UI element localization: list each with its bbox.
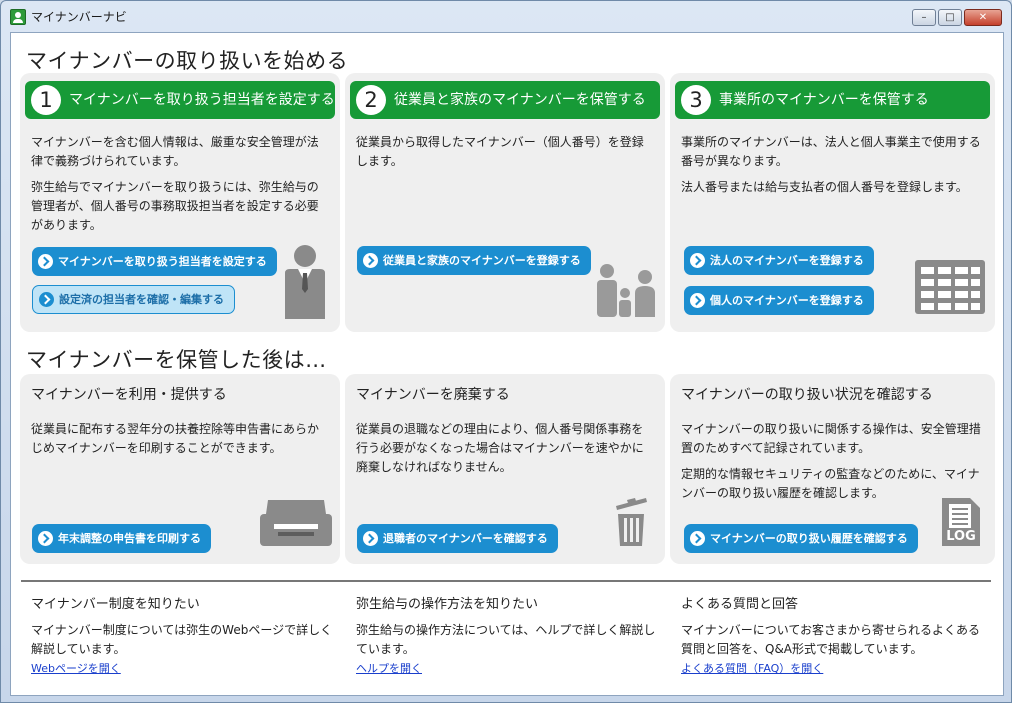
button-label: マイナンバーを取り扱う担当者を設定する: [58, 255, 267, 268]
edit-staff-button[interactable]: 設定済の担当者を確認・編集する: [32, 285, 235, 314]
step-heading-2: 2 従業員と家族のマイナンバーを保管する: [350, 81, 660, 119]
panel-heading: マイナンバーを利用・提供する: [31, 387, 227, 403]
printer-icon: [260, 500, 332, 546]
step-number: 1: [31, 85, 61, 115]
web-page-link[interactable]: Webページを開く: [31, 660, 341, 676]
button-label: 退職者のマイナンバーを確認する: [383, 532, 548, 545]
footer-description: 弥生給与の操作方法については、ヘルプで詳しく解説しています。: [356, 623, 656, 656]
button-label: 法人のマイナンバーを登録する: [710, 254, 864, 267]
arrow-right-icon: [690, 531, 705, 546]
dispose-panel: マイナンバーを廃棄する 従業員の退職などの理由により、個人番号関係事務を行う必要…: [345, 374, 665, 564]
step-description: マイナンバーを含む個人情報は、厳重な安全管理が法律で義務づけられています。: [31, 135, 319, 168]
set-staff-button[interactable]: マイナンバーを取り扱う担当者を設定する: [32, 247, 277, 276]
person-icon: [285, 245, 325, 319]
history-panel: マイナンバーの取り扱い状況を確認する マイナンバーの取り扱いに関係する操作は、安…: [670, 374, 995, 564]
panel-description: 従業員に配布する翌年分の扶養控除等申告書にあらかじめマイナンバーを印刷することが…: [31, 422, 320, 455]
arrow-right-icon: [363, 253, 378, 268]
step-panel-2: 2 従業員と家族のマイナンバーを保管する 従業員から取得したマイナンバー（個人番…: [345, 73, 665, 332]
step-description: 弥生給与でマイナンバーを取り扱うには、弥生給与の管理者が、個人番号の事務取扱担当…: [31, 180, 319, 232]
footer-help: 弥生給与の操作方法を知りたい 弥生給与の操作方法については、ヘルプで詳しく解説し…: [356, 593, 666, 676]
step-description: 事業所のマイナンバーは、法人と個人事業主で使用する番号が異なります。: [681, 135, 981, 168]
close-button[interactable]: ✕: [964, 9, 1002, 26]
step-panel-3: 3 事業所のマイナンバーを保管する 事業所のマイナンバーは、法人と個人事業主で使…: [670, 73, 995, 332]
arrow-right-icon: [38, 531, 53, 546]
register-corporate-button[interactable]: 法人のマイナンバーを登録する: [684, 246, 874, 275]
footer-faq: よくある質問と回答 マイナンバーについてお客さまから寄せられるよくある質問と回答…: [681, 593, 991, 676]
step-heading-text: 従業員と家族のマイナンバーを保管する: [394, 92, 646, 108]
button-label: 年末調整の申告書を印刷する: [58, 532, 201, 545]
step-heading-text: マイナンバーを取り扱う担当者を設定する: [69, 92, 335, 108]
section-title-after: マイナンバーを保管した後は…: [26, 348, 327, 372]
footer-title: マイナンバー制度を知りたい: [31, 597, 200, 612]
main-content: マイナンバーの取り扱いを始める 1 マイナンバーを取り扱う担当者を設定する マイ…: [10, 32, 1004, 696]
step-number: 2: [356, 85, 386, 115]
section-title-start: マイナンバーの取り扱いを始める: [26, 49, 349, 73]
step-heading-text: 事業所のマイナンバーを保管する: [719, 92, 929, 108]
arrow-right-icon: [38, 254, 53, 269]
step-description: 従業員から取得したマイナンバー（個人番号）を登録します。: [356, 135, 644, 168]
button-label: 従業員と家族のマイナンバーを登録する: [383, 254, 581, 267]
panel-heading: マイナンバーを廃棄する: [356, 387, 510, 403]
title-bar[interactable]: マイナンバーナビ – □ ✕: [1, 1, 1011, 31]
maximize-button[interactable]: □: [938, 9, 962, 26]
panel-description: 従業員の退職などの理由により、個人番号関係事務を行う必要がなくなった場合はマイナ…: [356, 422, 644, 474]
arrow-right-icon: [363, 531, 378, 546]
step-description: 法人番号または給与支払者の個人番号を登録します。: [681, 180, 968, 194]
panel-description: 定期的な情報セキュリティの監査などのために、マイナンバーの取り扱い履歴を確認しま…: [681, 467, 980, 500]
arrow-right-icon: [690, 293, 705, 308]
footer-description: マイナンバーについてお客さまから寄せられるよくある質問と回答を、Q&A形式で掲載…: [681, 623, 981, 656]
check-history-button[interactable]: マイナンバーの取り扱い履歴を確認する: [684, 524, 918, 553]
family-icon: [597, 264, 655, 317]
register-employee-button[interactable]: 従業員と家族のマイナンバーを登録する: [357, 246, 591, 275]
print-declaration-button[interactable]: 年末調整の申告書を印刷する: [32, 524, 211, 553]
log-icon-label: LOG: [946, 529, 976, 544]
minimize-button[interactable]: –: [912, 9, 936, 26]
panel-description: マイナンバーの取り扱いに関係する操作は、安全管理措置のためすべて記録されています…: [681, 422, 981, 455]
button-label: 個人のマイナンバーを登録する: [710, 294, 864, 307]
step-heading-3: 3 事業所のマイナンバーを保管する: [675, 81, 990, 119]
step-heading-1: 1 マイナンバーを取り扱う担当者を設定する: [25, 81, 335, 119]
arrow-right-icon: [690, 253, 705, 268]
use-panel: マイナンバーを利用・提供する 従業員に配布する翌年分の扶養控除等申告書にあらかじ…: [20, 374, 340, 564]
log-icon: LOG: [940, 498, 982, 548]
footer-title: よくある質問と回答: [681, 597, 799, 612]
button-label: マイナンバーの取り扱い履歴を確認する: [710, 532, 908, 545]
button-label: 設定済の担当者を確認・編集する: [59, 293, 224, 306]
register-individual-button[interactable]: 個人のマイナンバーを登録する: [684, 286, 874, 315]
panel-heading: マイナンバーの取り扱い状況を確認する: [681, 387, 933, 403]
app-window: マイナンバーナビ – □ ✕ マイナンバーの取り扱いを始める 1 マイナンバーを…: [0, 0, 1012, 703]
footer-system: マイナンバー制度を知りたい マイナンバー制度については弥生のWebページで詳しく…: [31, 593, 341, 676]
check-retired-button[interactable]: 退職者のマイナンバーを確認する: [357, 524, 558, 553]
divider: [21, 580, 991, 582]
faq-link[interactable]: よくある質問（FAQ）を開く: [681, 660, 991, 676]
footer-title: 弥生給与の操作方法を知りたい: [356, 597, 539, 612]
window-title: マイナンバーナビ: [31, 10, 127, 24]
step-panel-1: 1 マイナンバーを取り扱う担当者を設定する マイナンバーを含む個人情報は、厳重な…: [20, 73, 340, 332]
footer-description: マイナンバー制度については弥生のWebページで詳しく解説しています。: [31, 623, 333, 656]
arrow-right-icon: [39, 292, 54, 307]
trash-icon: [616, 498, 647, 546]
step-number: 3: [681, 85, 711, 115]
app-icon: [10, 9, 26, 25]
building-icon: [915, 260, 985, 314]
help-link[interactable]: ヘルプを開く: [356, 660, 666, 676]
